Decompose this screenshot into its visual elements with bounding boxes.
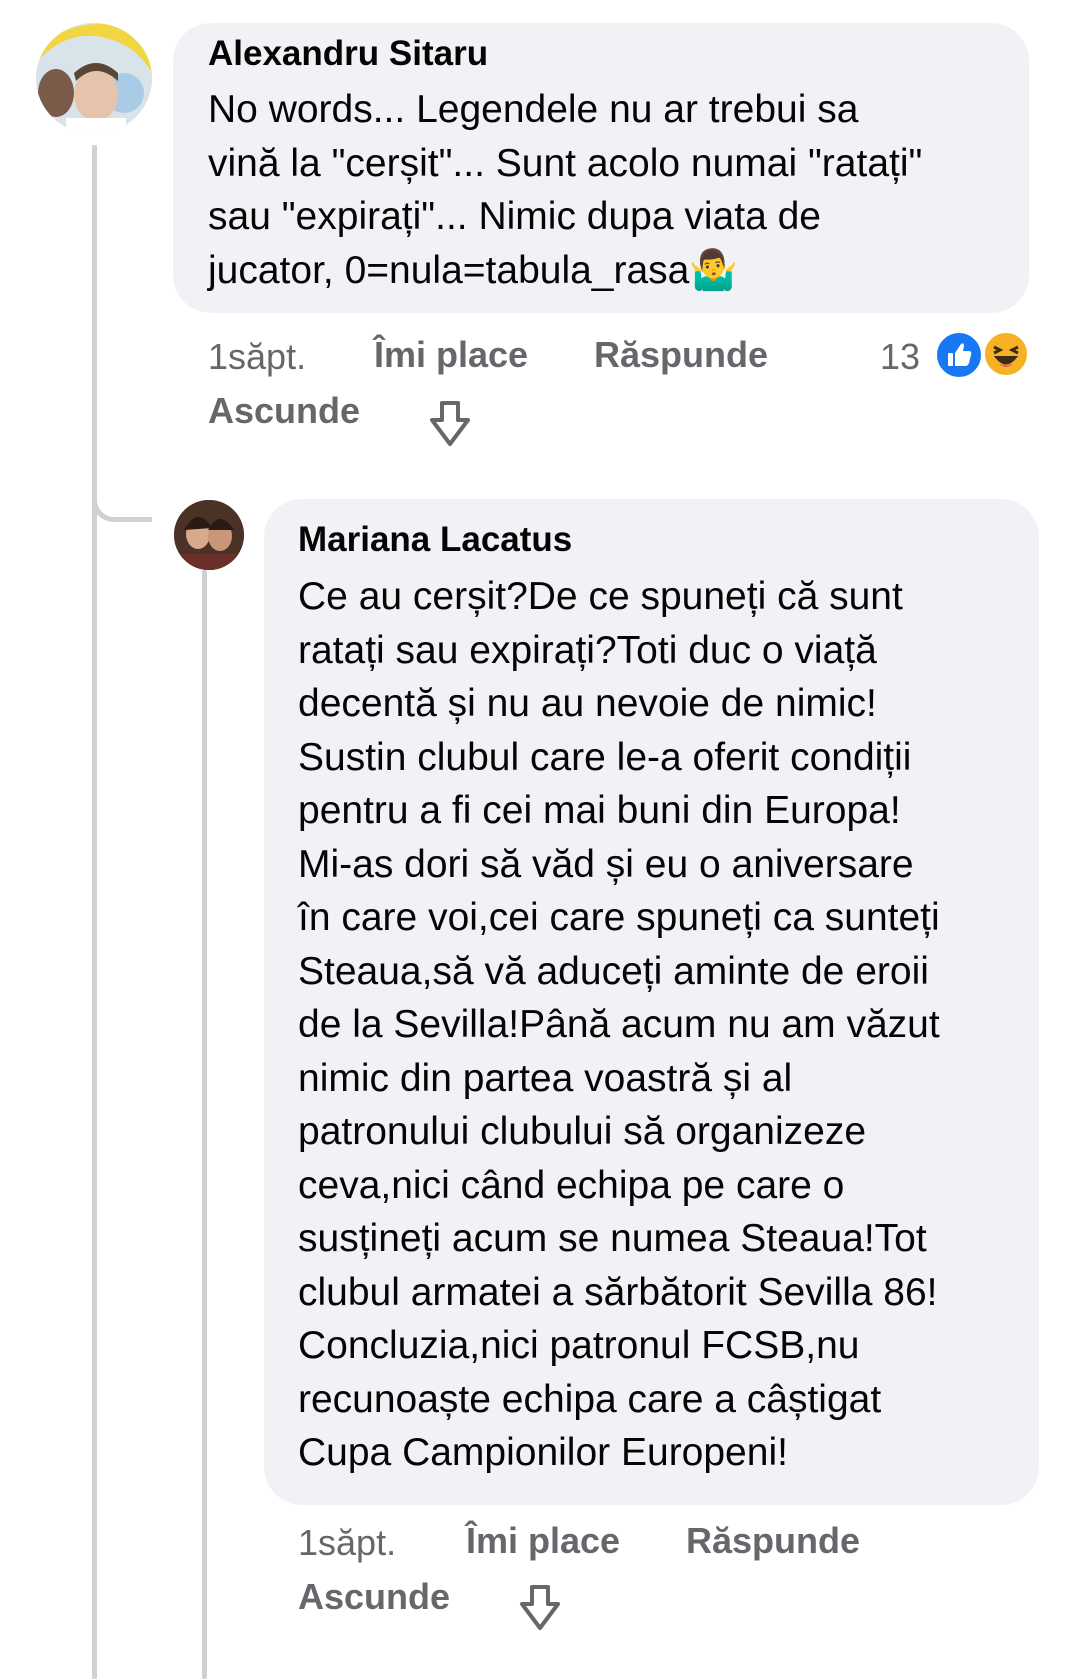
thread-connector — [92, 480, 152, 522]
like-icon[interactable] — [934, 330, 984, 380]
comment-author[interactable]: Alexandru Sitaru — [208, 34, 488, 74]
thumbs-up — [948, 343, 972, 366]
arrow-down-icon[interactable] — [428, 400, 472, 453]
reply-arrow-down-icon[interactable] — [518, 1584, 562, 1637]
comment-time[interactable]: 1săpt. — [208, 336, 306, 378]
reply-text: Ce au cerșit?De ce spuneți că sunt rataț… — [298, 575, 940, 1474]
reply-like-button[interactable]: Îmi place — [466, 1520, 620, 1562]
arrow-down-glyph — [430, 401, 470, 446]
reply-avatar-photo — [174, 500, 244, 570]
thread-line-main — [92, 145, 97, 1679]
reply-avatar[interactable] — [174, 500, 244, 570]
comment-like-button[interactable]: Îmi place — [374, 334, 528, 376]
comment-hide-button[interactable]: Ascunde — [208, 390, 360, 432]
reply-author[interactable]: Mariana Lacatus — [298, 520, 572, 560]
haha-face — [993, 345, 1019, 367]
haha-icon[interactable] — [982, 330, 1030, 378]
thread-line-reply — [202, 570, 207, 1679]
comment-reply-button[interactable]: Răspunde — [594, 334, 768, 376]
reply-reply-button[interactable]: Răspunde — [686, 1520, 860, 1562]
reply-hide-button[interactable]: Ascunde — [298, 1576, 450, 1618]
avatar-photo — [36, 23, 152, 134]
avatar[interactable] — [36, 23, 152, 134]
reply-time[interactable]: 1săpt. — [298, 1522, 396, 1564]
reply-arrow-down-glyph — [520, 1585, 560, 1630]
comment-text: No words... Legendele nu ar trebui sa vi… — [208, 88, 923, 292]
reaction-count[interactable]: 13 — [880, 336, 920, 378]
